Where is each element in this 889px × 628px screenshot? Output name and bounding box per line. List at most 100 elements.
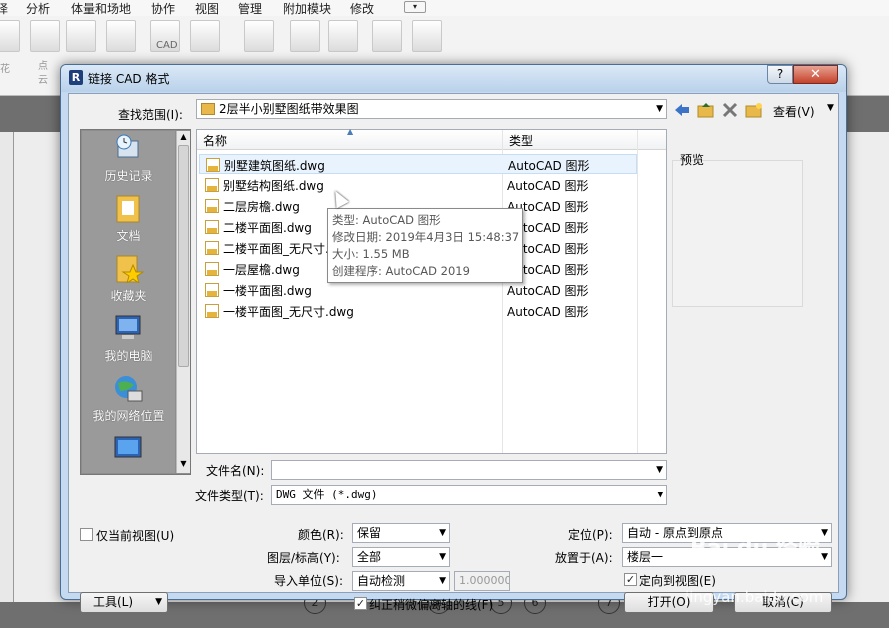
coordinate-icon[interactable] — [66, 20, 96, 52]
file-row[interactable]: 别墅建筑图纸.dwg AutoCAD 图形 — [199, 154, 637, 174]
place-at-label: 放置于(A): — [555, 551, 613, 565]
manage-images-icon[interactable] — [328, 20, 358, 52]
place-desktop[interactable] — [82, 431, 175, 471]
desktop-icon — [114, 436, 142, 458]
file-type: AutoCAD 图形 — [507, 179, 589, 193]
file-row[interactable]: 一楼平面图.dwg AutoCAD 图形 — [199, 280, 637, 300]
tool-icon[interactable] — [0, 20, 20, 52]
file-name: 一楼平面图.dwg — [223, 284, 312, 298]
place-network[interactable]: 我的网络位置 — [82, 371, 175, 429]
quick-access-dropdown-icon[interactable]: ▾ — [404, 1, 426, 13]
import-icon[interactable] — [190, 20, 220, 52]
look-in-combo[interactable]: 2层半小别墅图纸带效果图 ▼ — [196, 99, 667, 119]
menu-item-manage[interactable]: 管理 — [238, 0, 262, 17]
preview-label: 预览 — [680, 153, 705, 167]
up-folder-icon[interactable] — [697, 102, 715, 118]
filetype-select[interactable]: DWG 文件 (*.dwg) ▼ — [271, 485, 667, 505]
chevron-down-icon: ▼ — [439, 552, 446, 562]
layers-value: 全部 — [357, 550, 382, 564]
place-documents[interactable]: 文档 — [82, 191, 175, 249]
layers-select[interactable]: 全部 ▼ — [352, 547, 450, 567]
units-value: 自动检测 — [357, 574, 406, 588]
place-label: 我的网络位置 — [92, 409, 165, 423]
computer-icon — [115, 315, 141, 339]
dwg-file-icon — [206, 158, 220, 172]
place-label: 文档 — [116, 229, 141, 243]
chevron-down-icon: ▼ — [657, 490, 663, 500]
sort-ascending-icon: ▲ — [347, 127, 354, 136]
place-favorites[interactable]: 收藏夹 — [82, 251, 175, 309]
file-type: AutoCAD 图形 — [507, 305, 589, 319]
menu-item-addins[interactable]: 附加模块 — [283, 0, 331, 17]
file-list[interactable]: 名称 ▲ 类型 别墅建筑图纸.dwg AutoCAD 图形 别墅结构图纸.dwg Au… — [196, 127, 667, 454]
units-select[interactable]: 自动检测 ▼ — [352, 571, 450, 591]
tools-button[interactable]: 工具(L) ▼ — [80, 592, 168, 613]
menu-item-view[interactable]: 视图 — [195, 0, 219, 17]
menu-item-massing[interactable]: 体量和场地 — [71, 0, 131, 17]
dialog-client: 查找范围(I): 2层半小别墅图纸带效果图 ▼ 查看(V) ▼ 历史记录 文档 — [68, 93, 839, 613]
close-button[interactable]: ✕ — [793, 65, 838, 84]
load-as-group-icon[interactable] — [412, 20, 442, 52]
correct-lines-checkbox[interactable]: ✓ — [354, 597, 367, 610]
current-view-only-checkbox[interactable] — [80, 528, 93, 541]
history-icon — [116, 134, 139, 158]
help-button[interactable]: ? — [767, 65, 793, 84]
watermark-brand: Bai du 经验 — [690, 536, 820, 561]
dwg-file-icon — [205, 178, 219, 192]
link-cad-dialog: R 链接 CAD 格式 ? ✕ 查找范围(I): 2层半小别墅图纸带效果图 ▼ … — [60, 64, 847, 613]
view-menu-label[interactable]: 查看(V) — [773, 103, 815, 120]
places-bar: 历史记录 文档 收藏夹 我的电脑 我的网络位置 ▲ ▼ — [80, 129, 191, 475]
manage-links-icon[interactable] — [106, 20, 136, 52]
menu-item[interactable]: 译 — [0, 0, 8, 17]
chevron-down-icon: ▼ — [155, 597, 162, 607]
color-select[interactable]: 保留 ▼ — [352, 523, 450, 543]
orient-to-view-label: 定向到视图(E) — [639, 574, 716, 588]
documents-icon — [116, 195, 140, 223]
orient-to-view-checkbox[interactable]: ✓ — [624, 573, 637, 586]
column-header-type[interactable]: 类型 — [509, 132, 533, 149]
file-name: 二楼平面图.dwg — [223, 221, 312, 235]
file-row[interactable]: 别墅结构图纸.dwg AutoCAD 图形 — [199, 175, 637, 195]
dwg-file-icon — [205, 199, 219, 213]
point-cloud-icon[interactable] — [30, 20, 60, 52]
menu-item-analyze[interactable]: 分析 — [26, 0, 50, 17]
file-info-tooltip: 类型: AutoCAD 图形 修改日期: 2019年4月3日 15:48:37 … — [327, 208, 523, 283]
column-header-name[interactable]: 名称 — [203, 132, 227, 149]
image-icon[interactable] — [290, 20, 320, 52]
scroll-up-icon[interactable]: ▲ — [178, 132, 189, 144]
place-history[interactable]: 历史记录 — [82, 131, 175, 189]
dwg-file-icon — [205, 283, 219, 297]
color-label: 颜色(R): — [298, 528, 344, 542]
place-label: 我的电脑 — [104, 349, 153, 363]
tool-label-point-cloud: 点云 — [38, 61, 48, 86]
view-menu-arrow-icon[interactable]: ▼ — [827, 103, 834, 113]
dialog-titlebar[interactable]: R 链接 CAD 格式 ? ✕ — [61, 65, 846, 92]
menu-item-modify[interactable]: 修改 — [350, 0, 374, 17]
from-file-icon[interactable] — [244, 20, 274, 52]
tool-label-cad: CAD — [156, 40, 178, 51]
column-divider[interactable] — [637, 130, 638, 453]
position-label: 定位(P): — [568, 528, 613, 542]
load-family-icon[interactable] — [372, 20, 402, 52]
file-name: 别墅建筑图纸.dwg — [224, 159, 325, 173]
project-browser — [0, 132, 14, 602]
new-folder-icon[interactable] — [745, 102, 763, 118]
places-scrollbar[interactable]: ▲ ▼ — [176, 131, 190, 473]
network-icon — [115, 376, 143, 402]
menu-item-collaborate[interactable]: 协作 — [151, 0, 175, 17]
scroll-down-icon[interactable]: ▼ — [178, 459, 189, 471]
file-row[interactable]: 一楼平面图_无尺寸.dwg AutoCAD 图形 — [199, 301, 637, 321]
filename-label: 文件名(N): — [206, 464, 265, 478]
place-my-computer[interactable]: 我的电脑 — [82, 311, 175, 369]
scroll-thumb[interactable] — [178, 145, 189, 367]
chevron-down-icon: ▼ — [821, 552, 828, 562]
units-label: 导入单位(S): — [274, 574, 344, 588]
filename-input[interactable]: ▼ — [271, 460, 667, 480]
list-header: 名称 ▲ 类型 — [197, 127, 666, 150]
tooltip-type: 类型: AutoCAD 图形 — [332, 213, 441, 227]
back-icon[interactable] — [673, 102, 691, 118]
layers-label: 图层/标高(Y): — [267, 551, 340, 565]
tools-button-label: 工具(L) — [93, 595, 134, 609]
file-type: AutoCAD 图形 — [507, 284, 589, 298]
delete-icon[interactable] — [721, 102, 739, 118]
